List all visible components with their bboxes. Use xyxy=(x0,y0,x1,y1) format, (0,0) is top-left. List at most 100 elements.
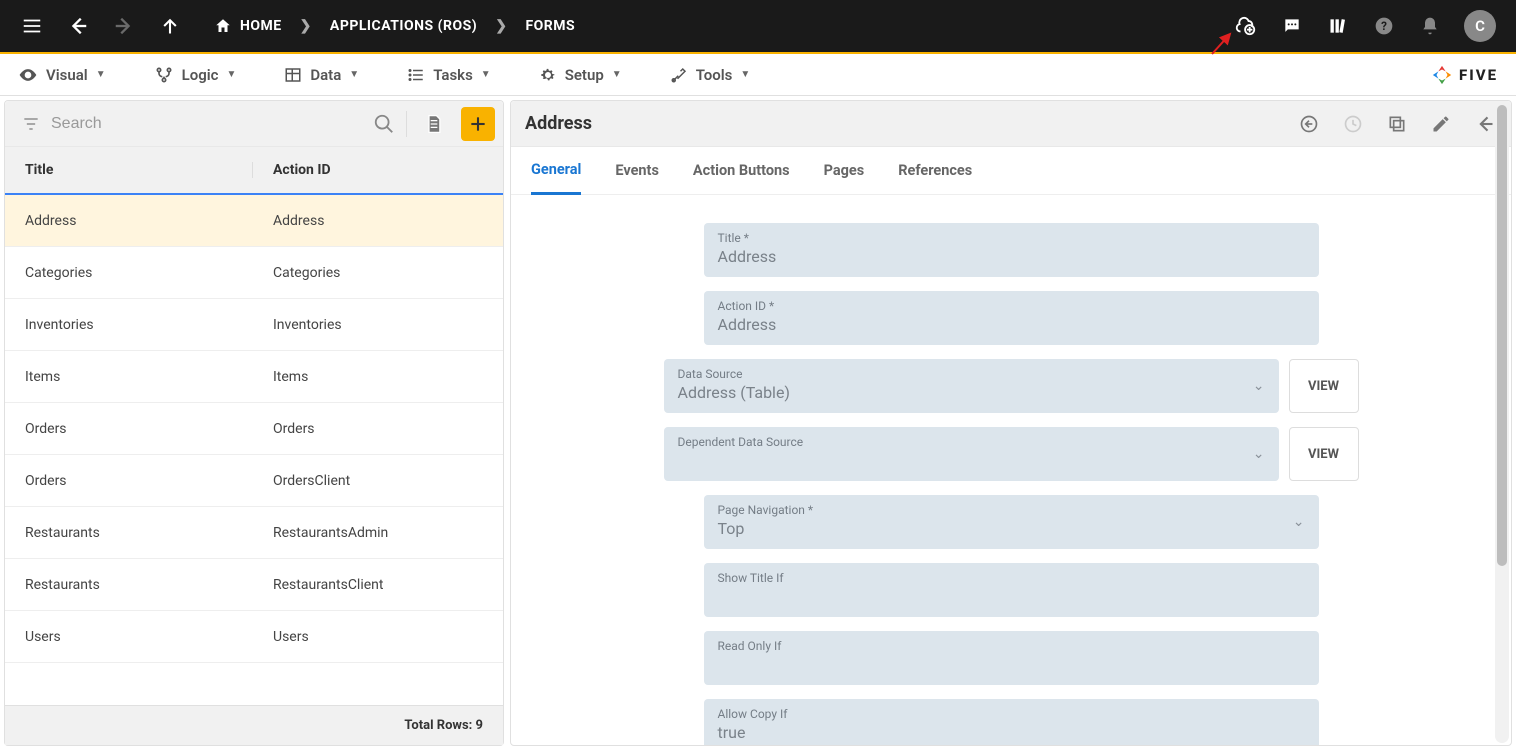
field-allow-copy-if[interactable]: Allow Copy Iftrue xyxy=(704,699,1319,745)
cell-title: Categories xyxy=(5,265,253,281)
scroll-thumb[interactable] xyxy=(1497,105,1507,566)
topbar-right: ? C xyxy=(1234,10,1496,42)
field-action-id[interactable]: Action ID *Address xyxy=(704,291,1319,345)
list-row[interactable]: CategoriesCategories xyxy=(5,247,503,299)
left-panel: Title Action ID AddressAddressCategories… xyxy=(4,100,504,746)
cell-title: Orders xyxy=(5,473,253,489)
tab-general[interactable]: General xyxy=(531,147,581,195)
cell-action-id: Address xyxy=(253,213,503,229)
field-read-only-if[interactable]: Read Only If xyxy=(704,631,1319,685)
list-row[interactable]: OrdersOrdersClient xyxy=(5,455,503,507)
list-row[interactable]: AddressAddress xyxy=(5,195,503,247)
back-circle-icon[interactable] xyxy=(1297,112,1321,136)
breadcrumb-forms[interactable]: FORMS xyxy=(525,18,575,34)
list-row[interactable]: OrdersOrders xyxy=(5,403,503,455)
column-action-id[interactable]: Action ID xyxy=(253,162,503,178)
logo-text: FIVE xyxy=(1459,66,1498,84)
list-row[interactable]: UsersUsers xyxy=(5,611,503,663)
list-row[interactable]: RestaurantsRestaurantsAdmin xyxy=(5,507,503,559)
column-title[interactable]: Title xyxy=(5,162,253,178)
filter-icon[interactable] xyxy=(21,114,41,134)
menu-logic[interactable]: Logic▼ xyxy=(154,65,237,85)
field-page-navigation[interactable]: Page Navigation *Top⌄ xyxy=(704,495,1319,549)
menubar: Visual▼ Logic▼ Data▼ Tasks▼ Setup▼ Tools… xyxy=(0,54,1516,96)
add-button[interactable] xyxy=(461,107,495,141)
menu-icon[interactable] xyxy=(20,14,44,38)
caret-down-icon: ▼ xyxy=(740,69,750,80)
breadcrumb-home[interactable]: HOME xyxy=(214,17,282,35)
cell-title: Inventories xyxy=(5,317,253,333)
logo: FIVE xyxy=(1431,64,1498,86)
field-value xyxy=(718,587,1305,607)
menu-setup[interactable]: Setup▼ xyxy=(539,66,622,84)
menu-tasks[interactable]: Tasks▼ xyxy=(407,66,491,84)
tab-events[interactable]: Events xyxy=(615,148,659,193)
menu-visual[interactable]: Visual▼ xyxy=(18,65,106,85)
chat-icon[interactable] xyxy=(1280,14,1304,38)
library-icon[interactable] xyxy=(1326,14,1350,38)
cell-title: Orders xyxy=(5,421,253,437)
search-icon[interactable] xyxy=(372,112,396,136)
edit-icon[interactable] xyxy=(1429,112,1453,136)
field-data-source[interactable]: Data SourceAddress (Table)⌄ xyxy=(664,359,1279,413)
scrollbar[interactable] xyxy=(1495,103,1509,743)
bell-icon[interactable] xyxy=(1418,14,1442,38)
field-value: Address xyxy=(718,247,1305,267)
field-value: true xyxy=(718,723,1305,743)
menu-label: Tasks xyxy=(433,66,473,84)
nav-back-icon[interactable] xyxy=(66,14,90,38)
form-row: Show Title If xyxy=(704,563,1319,617)
topbar-left: HOME ❯ APPLICATIONS (ROS) ❯ FORMS xyxy=(20,14,575,38)
tab-pages[interactable]: Pages xyxy=(824,148,865,193)
copy-icon[interactable] xyxy=(1385,112,1409,136)
chevron-right-icon: ❯ xyxy=(300,18,312,34)
document-button[interactable] xyxy=(417,107,451,141)
field-dependent-data-source[interactable]: Dependent Data Source⌄ xyxy=(664,427,1279,481)
cell-action-id: Items xyxy=(253,369,503,385)
chevron-right-icon: ❯ xyxy=(495,18,507,34)
chevron-down-icon: ⌄ xyxy=(1293,514,1305,530)
field-title[interactable]: Title *Address xyxy=(704,223,1319,277)
cell-action-id: Inventories xyxy=(253,317,503,333)
eye-icon xyxy=(18,65,38,85)
menu-label: Visual xyxy=(46,66,88,84)
tab-references[interactable]: References xyxy=(898,148,972,193)
chevron-down-icon: ⌄ xyxy=(1253,378,1265,394)
breadcrumb-applications[interactable]: APPLICATIONS (ROS) xyxy=(330,18,477,34)
cell-title: Restaurants xyxy=(5,577,253,593)
divider xyxy=(406,111,407,137)
cell-title: Address xyxy=(5,213,253,229)
topbar: HOME ❯ APPLICATIONS (ROS) ❯ FORMS ? xyxy=(0,0,1516,54)
list-row[interactable]: RestaurantsRestaurantsClient xyxy=(5,559,503,611)
history-icon[interactable] xyxy=(1341,112,1365,136)
breadcrumb-label: APPLICATIONS (ROS) xyxy=(330,18,477,34)
view-button[interactable]: VIEW xyxy=(1289,359,1359,413)
tab-action-buttons[interactable]: Action Buttons xyxy=(693,148,790,193)
panel-back-icon[interactable] xyxy=(1473,112,1497,136)
list-row[interactable]: ItemsItems xyxy=(5,351,503,403)
menu-data[interactable]: Data▼ xyxy=(284,66,359,84)
list-footer: Total Rows: 9 xyxy=(5,705,503,745)
menu-label: Tools xyxy=(696,66,733,84)
form-row: Allow Copy Iftrue xyxy=(704,699,1319,745)
avatar[interactable]: C xyxy=(1464,10,1496,42)
field-value xyxy=(678,451,1265,471)
cell-title: Restaurants xyxy=(5,525,253,541)
field-label: Show Title If xyxy=(718,571,1305,585)
field-value: Top xyxy=(718,519,1305,539)
breadcrumb: HOME ❯ APPLICATIONS (ROS) ❯ FORMS xyxy=(214,17,575,35)
detail-title: Address xyxy=(525,113,592,134)
list-row[interactable]: InventoriesInventories xyxy=(5,299,503,351)
cloud-deploy-icon[interactable] xyxy=(1234,14,1258,38)
view-button[interactable]: VIEW xyxy=(1289,427,1359,481)
field-value: Address xyxy=(718,315,1305,335)
field-show-title-if[interactable]: Show Title If xyxy=(704,563,1319,617)
field-label: Read Only If xyxy=(718,639,1305,653)
search-input[interactable] xyxy=(51,115,362,133)
nav-up-icon[interactable] xyxy=(158,14,182,38)
help-icon[interactable]: ? xyxy=(1372,14,1396,38)
right-panel: Address General Events Action Buttons Pages… xyxy=(510,100,1512,746)
menu-tools[interactable]: Tools ▼ xyxy=(670,66,751,84)
form-row: Title *Address xyxy=(704,223,1319,277)
breadcrumb-label: HOME xyxy=(240,18,282,34)
